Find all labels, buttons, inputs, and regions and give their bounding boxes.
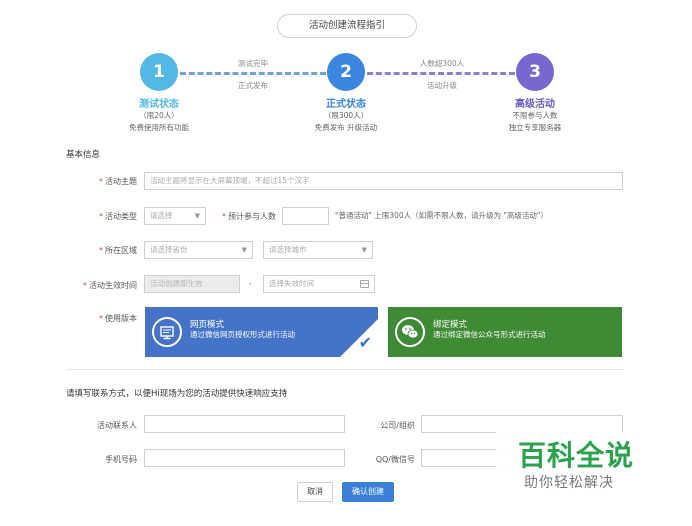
watermark-subtitle: 助你轻松解决 (524, 475, 614, 491)
theme-label: * 活动主题 (99, 177, 137, 186)
web-mode-desc: 通过微信网页授权形式进行活动 (190, 330, 295, 339)
step-2-circle: 2 (327, 53, 365, 91)
web-mode-card[interactable]: 网页模式 通过微信网页授权形式进行活动 ✔ (145, 307, 378, 357)
step-1-limit: （限20人） (139, 111, 179, 120)
confirm-create-button[interactable]: 确认创建 (342, 482, 394, 502)
chevron-down-icon: ▼ (194, 212, 200, 220)
step-connector-2 (367, 72, 515, 75)
qq-wechat-label: QQ/微信号 (375, 455, 415, 464)
step-3-desc: 独立专享服务器 (508, 123, 562, 132)
process-guide-button[interactable]: 活动创建流程指引 (277, 14, 417, 38)
basic-info-title: 基本信息 (66, 150, 101, 160)
start-time-input: 活动创建即生效 (144, 275, 240, 293)
step-1-desc: 免费使用所有功能 (129, 123, 189, 132)
company-label: 公司/组织 (380, 421, 415, 430)
region-label: * 所在区域 (99, 246, 137, 255)
step-2-title: 正式状态 (326, 99, 366, 110)
expected-people-label: * 预计参与人数 (222, 212, 276, 221)
step-1-title: 测试状态 (139, 99, 179, 110)
required-mark: * (83, 281, 87, 290)
effective-time-label: * 活动生效时间 (83, 281, 137, 290)
step-1-circle: 1 (140, 53, 178, 91)
expected-people-input[interactable] (282, 207, 329, 225)
step-connector-1 (180, 72, 326, 75)
type-select[interactable]: 请选择 ▼ (144, 207, 206, 225)
section-divider (66, 369, 623, 370)
time-separator: - (249, 279, 252, 288)
city-select[interactable]: 请选择城市 ▼ (263, 241, 373, 259)
end-time-input[interactable]: 选择失效时间 (263, 275, 375, 293)
chevron-down-icon: ▼ (361, 246, 367, 254)
watermark-title: 百科全说 (518, 439, 635, 472)
theme-input[interactable]: 活动主题将显示在大屏幕顶端，不超过15个汉字 (144, 172, 623, 190)
version-label: * 使用版本 (99, 314, 137, 323)
bind-mode-desc: 通过绑定微信公众号形式进行活动 (433, 330, 546, 339)
step-3-limit: 不限参与人数 (512, 111, 558, 120)
connector-2-bottom-label: 活动升级 (427, 81, 457, 90)
required-mark: * (99, 177, 103, 186)
monitor-icon (152, 317, 182, 347)
phone-input[interactable] (144, 449, 345, 467)
connector-1-top-label: 测试完毕 (238, 59, 268, 68)
phone-label: 手机号码 (105, 455, 137, 464)
contact-person-input[interactable] (144, 415, 345, 433)
type-label: * 活动类型 (99, 212, 137, 221)
watermark: 百科全说 助你轻松解决 (496, 432, 692, 498)
contact-person-label: 活动联系人 (97, 421, 137, 430)
contact-section-title: 请填写联系方式，以便Hi现场为您的活动提供快速响应支持 (66, 389, 288, 399)
required-mark: * (222, 212, 226, 221)
step-2-desc: 免费发布 升级活动 (314, 123, 378, 132)
bind-mode-card[interactable]: 绑定模式 通过绑定微信公众号形式进行活动 (388, 307, 622, 357)
province-select[interactable]: 请选择省份 ▼ (144, 241, 253, 259)
step-2-limit: （限300人） (323, 111, 369, 120)
required-mark: * (99, 314, 103, 323)
cancel-button[interactable]: 取消 (297, 482, 333, 502)
company-input[interactable] (421, 415, 623, 433)
required-mark: * (99, 212, 103, 221)
checkmark-icon: ✔ (358, 333, 372, 352)
required-mark: * (99, 246, 103, 255)
connector-1-bottom-label: 正式发布 (238, 81, 268, 90)
step-3-title: 高级活动 (515, 99, 555, 110)
chevron-down-icon: ▼ (241, 246, 247, 254)
wechat-icon (395, 317, 425, 347)
step-3-circle: 3 (516, 53, 554, 91)
connector-2-top-label: 人数超300人 (419, 59, 465, 68)
calendar-icon (360, 280, 369, 288)
expected-people-hint: "普通活动" 上限300人（如需不限人数，请升级为 "高级活动"） (335, 211, 548, 220)
